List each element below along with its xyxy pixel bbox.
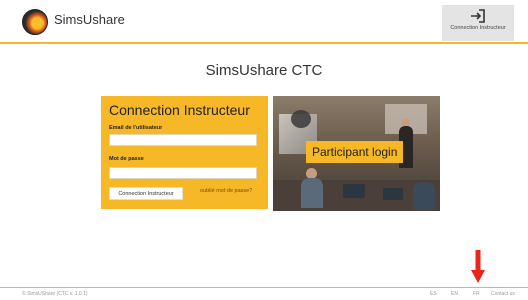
password-field[interactable] xyxy=(109,167,257,179)
email-field[interactable] xyxy=(109,134,257,146)
sign-in-icon xyxy=(471,9,485,23)
language-en-link[interactable]: EN xyxy=(451,291,458,297)
instructor-login-button[interactable]: Connection Instructeur xyxy=(109,187,183,200)
forgot-password-link[interactable]: oublié mot de passe? xyxy=(200,188,252,194)
language-es-link[interactable]: ES xyxy=(430,291,437,297)
page-title: SimsUshare CTC xyxy=(205,62,323,79)
participant-login-label[interactable]: Participant login xyxy=(306,141,404,163)
top-bar: SimsUshare Connection Instructeur xyxy=(0,0,528,44)
instructor-connection-button[interactable]: Connection Instructeur xyxy=(442,5,514,41)
arrow-down-icon xyxy=(471,250,485,283)
smoke-image xyxy=(291,110,311,128)
participant-figure xyxy=(301,178,323,208)
laptop xyxy=(343,184,365,198)
password-label: Mot de passe xyxy=(109,156,144,162)
participant-login-tile[interactable]: Participant login xyxy=(273,96,440,211)
participant-figure xyxy=(413,182,435,210)
email-label: Email de l'utilisateur xyxy=(109,125,163,131)
language-fr-link[interactable]: FR xyxy=(473,291,480,297)
copyright-text: © SimsUShare (CTC v. 1.0.1) xyxy=(22,291,88,297)
simsushare-logo-icon xyxy=(22,9,48,35)
instructor-connection-label: Connection Instructeur xyxy=(450,25,506,31)
footer: © SimsUShare (CTC v. 1.0.1) ES EN FR Con… xyxy=(0,287,528,300)
contact-us-link[interactable]: Contact us xyxy=(491,291,515,297)
login-heading: Connection Instructeur xyxy=(109,102,250,118)
brand-name: SimsUshare xyxy=(54,12,125,27)
laptop xyxy=(383,188,403,200)
